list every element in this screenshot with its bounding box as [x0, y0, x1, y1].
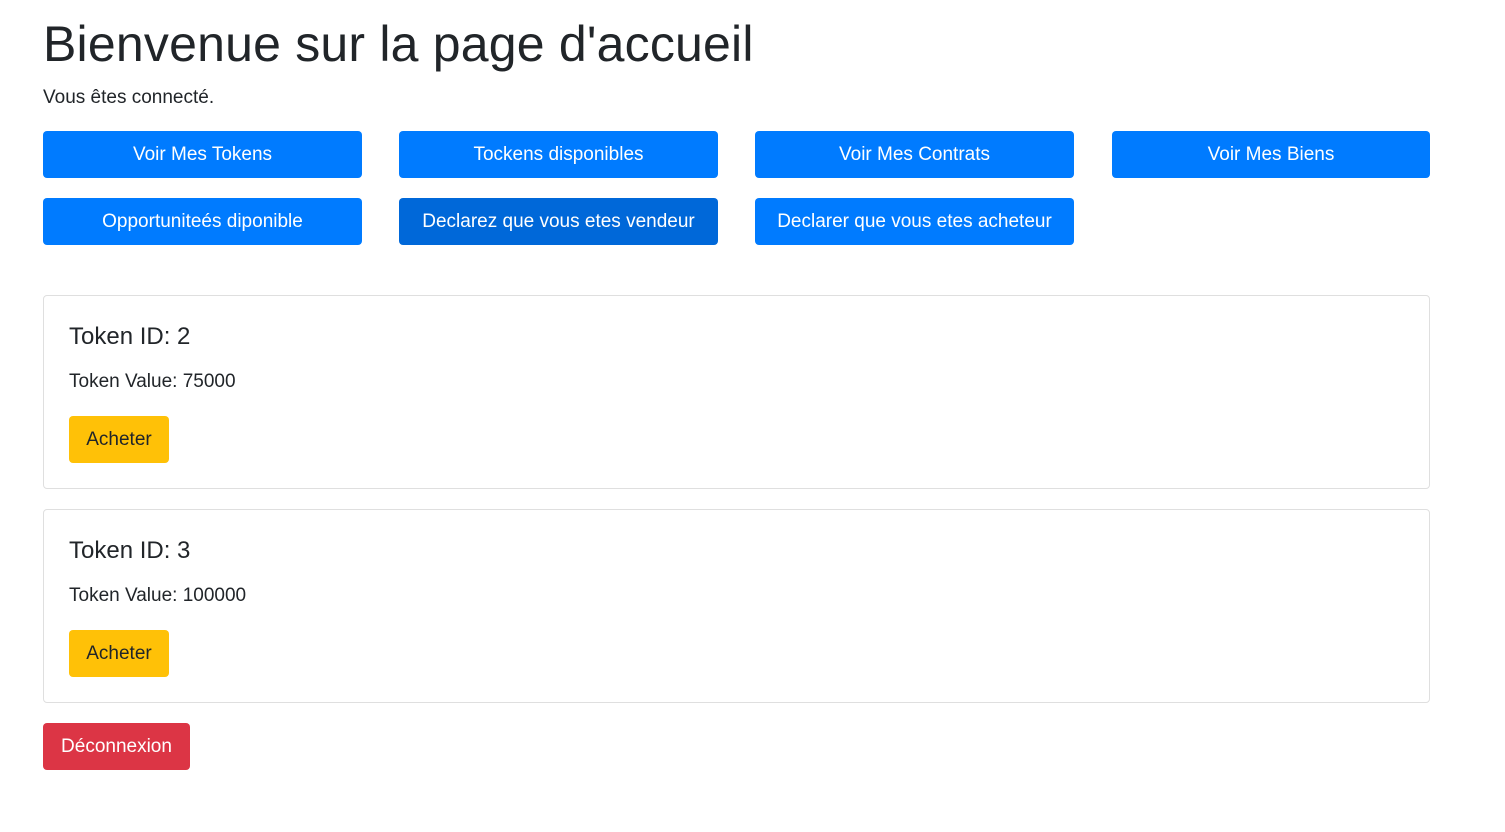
token-value-text: Token Value: 100000	[69, 585, 247, 606]
home-page: Bienvenue sur la page d'accueil Vous ête…	[0, 0, 1505, 832]
token-id-title: Token ID: 3	[69, 537, 191, 564]
token-card: Token ID: 3 Token Value: 100000 Acheter	[43, 509, 1430, 703]
declare-buyer-button[interactable]: Declarer que vous etes acheteur	[755, 198, 1074, 245]
token-id-title: Token ID: 2	[69, 323, 191, 350]
logout-button[interactable]: Déconnexion	[43, 723, 190, 770]
opportunities-button[interactable]: Opportuniteés diponible	[43, 198, 362, 245]
token-card: Token ID: 2 Token Value: 75000 Acheter	[43, 295, 1430, 489]
buy-token-button[interactable]: Acheter	[69, 630, 169, 677]
available-tokens-button[interactable]: Tockens disponibles	[399, 131, 718, 178]
declare-seller-button[interactable]: Declarez que vous etes vendeur	[399, 198, 718, 245]
login-status-text: Vous êtes connecté.	[43, 87, 215, 108]
token-value-text: Token Value: 75000	[69, 371, 236, 392]
view-my-contracts-button[interactable]: Voir Mes Contrats	[755, 131, 1074, 178]
view-my-tokens-button[interactable]: Voir Mes Tokens	[43, 131, 362, 178]
page-title: Bienvenue sur la page d'accueil	[43, 16, 754, 72]
buy-token-button[interactable]: Acheter	[69, 416, 169, 463]
view-my-properties-button[interactable]: Voir Mes Biens	[1112, 131, 1430, 178]
